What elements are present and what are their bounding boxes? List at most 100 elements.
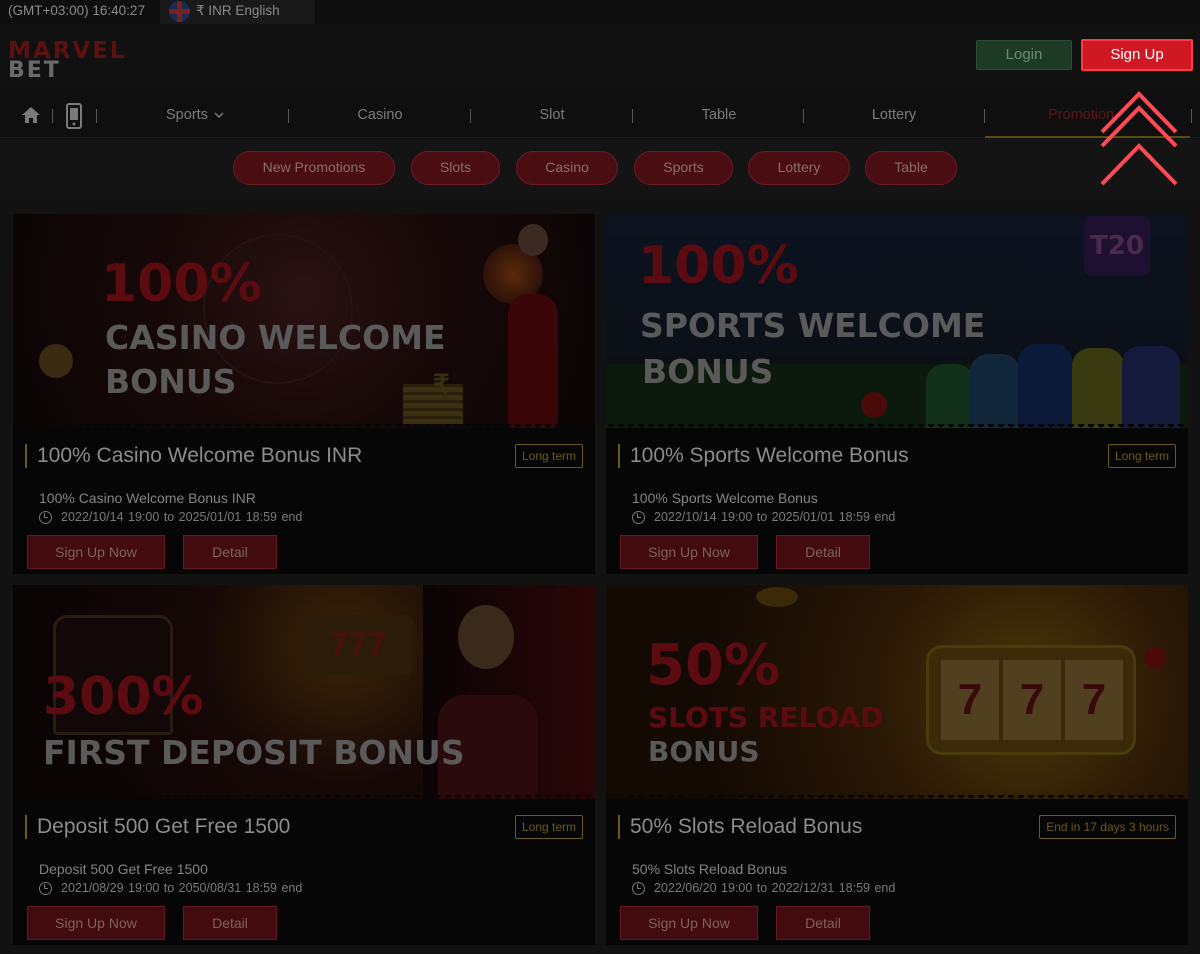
filter-table[interactable]: Table [865, 151, 957, 185]
promotion-title: 100% Sports Welcome Bonus [618, 444, 909, 468]
filter-slots[interactable]: Slots [411, 151, 500, 185]
banner-edge [606, 795, 1188, 801]
coin-graphic [756, 587, 798, 607]
promotion-period: 2022/06/20 19:00 to 2022/12/31 18:59 end [654, 881, 896, 895]
filter-new-promotions[interactable]: New Promotions [233, 151, 395, 185]
banner-percent: 50% [646, 633, 781, 698]
filter-casino[interactable]: Casino [516, 151, 618, 185]
double-chevron-up-icon [1100, 91, 1178, 186]
promotion-title: Deposit 500 Get Free 1500 [25, 815, 290, 839]
woman-head-graphic [518, 224, 548, 256]
timezone-clock: (GMT+03:00) 16:40:27 [8, 3, 145, 18]
banner-title-line1: SPORTS WELCOME [640, 306, 986, 345]
sign-up-now-button[interactable]: Sign Up Now [27, 906, 165, 940]
promotion-title: 100% Casino Welcome Bonus INR [25, 444, 362, 468]
main-nav: Sports Casino Slot Table Lottery Promoti… [0, 94, 1200, 138]
nav-divider [984, 109, 985, 123]
language-selector[interactable]: ₹ INR English [160, 0, 315, 24]
nav-divider [632, 109, 633, 123]
sign-up-now-button[interactable]: Sign Up Now [620, 535, 758, 569]
promotion-period: 2021/08/29 19:00 to 2050/08/31 18:59 end [61, 881, 303, 895]
rupee-symbol-graphic: ₹ [433, 369, 450, 399]
promotion-card: ₹ 100% CASINO WELCOME BONUS 100% Casino … [13, 214, 595, 574]
currency-language-label: ₹ INR English [196, 3, 280, 18]
logo-line-2: BET [8, 58, 61, 83]
t20-world-cup-badge: T20 [1084, 216, 1150, 276]
nav-divider [470, 109, 471, 123]
banner-title-line1: CASINO WELCOME [105, 318, 446, 357]
promotion-card: 777 300% FIRST DEPOSIT BONUS Deposit 500… [13, 585, 595, 945]
promotion-duration-tag: Long term [1107, 444, 1176, 468]
promotion-banner[interactable]: T20 100% SPORTS WELCOME BONUS [606, 214, 1188, 428]
promotion-duration-tag: Long term [514, 444, 583, 468]
nav-divider [1191, 109, 1192, 123]
promotions-grid: ₹ 100% CASINO WELCOME BONUS 100% Casino … [0, 202, 1200, 954]
banner-title-line2: BONUS [648, 735, 760, 768]
cricket-ball-graphic [861, 392, 887, 418]
777-reels-graphic: 777 [303, 615, 413, 675]
banner-percent: 300% [43, 667, 204, 727]
sign-up-now-button[interactable]: Sign Up Now [620, 906, 758, 940]
nav-item-casino[interactable]: Casino [340, 107, 420, 123]
nav-item-table[interactable]: Table [688, 107, 750, 123]
promotion-filters: New Promotions Slots Casino Sports Lotte… [0, 138, 1200, 202]
nav-divider [52, 109, 53, 123]
detail-button[interactable]: Detail [776, 906, 870, 940]
promotion-subtitle: 100% Sports Welcome Bonus [632, 490, 818, 506]
promotion-card: T20 100% SPORTS WELCOME BONUS 100% Sport… [606, 214, 1188, 574]
lever-knob-graphic [1144, 647, 1166, 669]
login-button[interactable]: Login [976, 40, 1072, 70]
promotion-period: 2022/10/14 19:00 to 2025/01/01 18:59 end [654, 510, 896, 524]
nav-item-sports[interactable]: Sports [160, 107, 230, 123]
promotion-duration-tag: Long term [514, 815, 583, 839]
promotion-period: 2022/10/14 19:00 to 2025/01/01 18:59 end [61, 510, 303, 524]
home-icon[interactable] [20, 104, 42, 126]
promotion-title: 50% Slots Reload Bonus [618, 815, 862, 839]
filter-lottery[interactable]: Lottery [748, 151, 850, 185]
mobile-app-icon[interactable] [66, 103, 82, 129]
slot-machine-graphic: 7 7 7 [926, 645, 1136, 755]
detail-button[interactable]: Detail [183, 535, 277, 569]
woman-head-graphic [458, 605, 514, 669]
site-header: MARVEL BET Login Sign Up [0, 24, 1200, 94]
nav-item-label: Table [701, 107, 737, 123]
sign-up-now-button[interactable]: Sign Up Now [27, 535, 165, 569]
promotion-subtitle: Deposit 500 Get Free 1500 [39, 861, 208, 877]
nav-item-lottery[interactable]: Lottery [862, 107, 926, 123]
nav-divider [288, 109, 289, 123]
red-dress-graphic [508, 294, 558, 428]
detail-button[interactable]: Detail [183, 906, 277, 940]
promotion-subtitle: 50% Slots Reload Bonus [632, 861, 787, 877]
detail-button[interactable]: Detail [776, 535, 870, 569]
nav-divider [803, 109, 804, 123]
nav-item-label: Casino [357, 107, 403, 123]
promotion-banner[interactable]: 7 7 7 50% SLOTS RELOAD BONUS [606, 585, 1188, 799]
nav-item-label: Slot [539, 107, 565, 123]
banner-percent: 100% [101, 254, 262, 314]
nav-divider [96, 109, 97, 123]
promotion-subtitle: 100% Casino Welcome Bonus INR [39, 490, 256, 506]
top-bar: (GMT+03:00) 16:40:27 ₹ INR English [0, 0, 1200, 24]
banner-title-line1: SLOTS RELOAD [648, 701, 884, 734]
banner-title-line2: BONUS [642, 352, 774, 391]
clock-icon [39, 882, 52, 895]
chevron-down-icon [214, 112, 224, 118]
coin-graphic [39, 344, 73, 378]
signup-button[interactable]: Sign Up [1081, 39, 1193, 71]
clock-icon [39, 511, 52, 524]
promotion-card: 7 7 7 50% SLOTS RELOAD BONUS 50% Slots R… [606, 585, 1188, 945]
promotion-duration-tag: End in 17 days 3 hours [1039, 815, 1176, 839]
banner-title-line1: FIRST DEPOSIT BONUS [43, 733, 465, 772]
nav-item-slot[interactable]: Slot [522, 107, 582, 123]
marvelbet-logo[interactable]: MARVEL BET [8, 38, 128, 83]
banner-edge [606, 424, 1188, 430]
banner-title-line2: BONUS [105, 362, 237, 401]
clock-icon [632, 511, 645, 524]
nav-item-label: Sports [166, 107, 208, 123]
uk-flag-icon [169, 1, 190, 22]
filter-sports[interactable]: Sports [634, 151, 733, 185]
promotion-banner[interactable]: 777 300% FIRST DEPOSIT BONUS [13, 585, 595, 799]
banner-edge [13, 795, 595, 801]
banner-edge [13, 424, 595, 430]
promotion-banner[interactable]: ₹ 100% CASINO WELCOME BONUS [13, 214, 595, 428]
